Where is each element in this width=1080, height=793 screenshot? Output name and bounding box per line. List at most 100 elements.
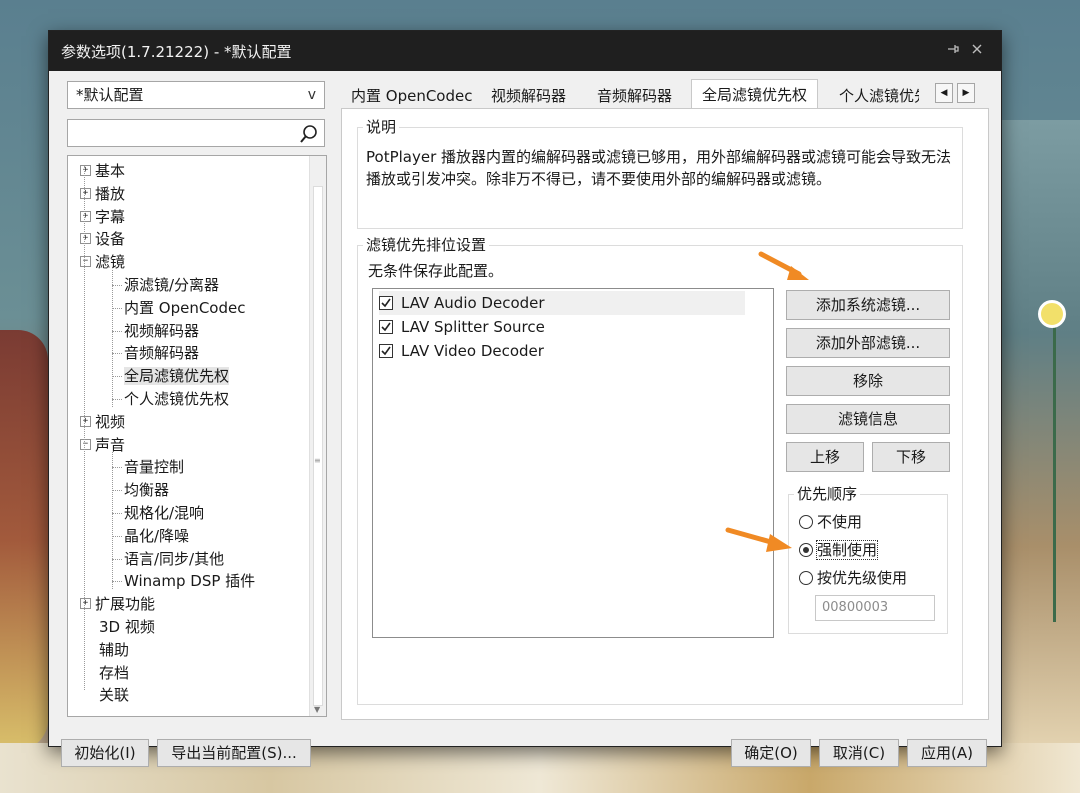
tree-item[interactable]: 均衡器: [124, 479, 169, 501]
expand-icon[interactable]: +: [80, 598, 91, 610]
checkbox-checked-icon[interactable]: [379, 295, 393, 310]
window-title: 参数选项(1.7.21222) - *默认配置: [61, 42, 292, 61]
radio-selected-icon[interactable]: [799, 542, 813, 557]
filter-item[interactable]: LAV Video Decoder: [379, 339, 745, 363]
tree-item-label: 个人滤镜优先权: [124, 390, 230, 408]
scroll-grip-icon: ≡: [314, 456, 321, 465]
title-bar: 参数选项(1.7.21222) - *默认配置: [49, 31, 1001, 71]
tab-opencodec[interactable]: 内置 OpenCodec: [341, 83, 482, 109]
tree-scrollbar[interactable]: ≡ ▼: [309, 156, 326, 716]
preset-dropdown[interactable]: *默认配置 v: [67, 81, 325, 109]
tree-item[interactable]: 音量控制: [124, 456, 184, 478]
preset-value: *默认配置: [76, 86, 144, 104]
expand-icon[interactable]: +: [80, 415, 91, 427]
tab-scroll-right-icon[interactable]: ▶: [957, 83, 975, 103]
radio-icon[interactable]: [799, 514, 813, 529]
tree-item-label: 辅助: [99, 640, 130, 659]
collapse-icon[interactable]: −: [80, 438, 91, 450]
expand-icon[interactable]: +: [80, 165, 91, 176]
tree-item[interactable]: Winamp DSP 插件: [124, 570, 255, 592]
settings-tree[interactable]: ≡ ▼ + 基本 + 播放 + 字幕 + 设备 − 滤镜 源滤镜/分离器 内置 OpenCodec 视频…: [67, 155, 327, 717]
tree-connector: [112, 270, 113, 407]
tree-scrollbar-thumb[interactable]: [313, 186, 323, 706]
tree-item[interactable]: + 播放: [80, 183, 125, 205]
add-system-filter-button[interactable]: 添加系统滤镜...: [786, 290, 950, 320]
tree-item-label: 滤镜: [95, 253, 126, 272]
filter-item[interactable]: LAV Audio Decoder: [379, 291, 745, 315]
tab-personal-filter-priority[interactable]: 个人滤镜优先: [829, 83, 919, 109]
move-down-button[interactable]: 下移: [872, 442, 950, 472]
tree-item[interactable]: 规格化/混响: [124, 502, 204, 524]
apply-button[interactable]: 应用(A): [907, 739, 987, 767]
tree-item[interactable]: 语言/同步/其他: [124, 548, 224, 570]
tree-item[interactable]: − 声音: [80, 434, 125, 456]
tree-item-label: 设备: [95, 230, 126, 249]
tree-connector: [112, 467, 122, 469]
tree-item[interactable]: 关联: [80, 684, 129, 706]
tree-item[interactable]: 音频解码器: [124, 342, 199, 364]
checkbox-checked-icon[interactable]: [379, 343, 393, 358]
reset-button[interactable]: 初始化(I): [61, 739, 149, 767]
background-flower: [1038, 300, 1066, 328]
close-icon[interactable]: [965, 42, 989, 60]
tree-item-label: 视频解码器: [124, 321, 200, 340]
radio-icon[interactable]: [799, 570, 813, 585]
tree-item[interactable]: 存档: [80, 662, 129, 684]
search-icon[interactable]: [298, 123, 320, 149]
tree-item[interactable]: + 字幕: [80, 206, 125, 228]
tree-item[interactable]: 内置 OpenCodec: [124, 297, 245, 319]
priority-value-field[interactable]: 00800003: [815, 595, 935, 621]
tree-connector: [112, 330, 122, 332]
tree-item-label: Winamp DSP 插件: [124, 572, 256, 591]
pin-icon[interactable]: [941, 42, 965, 60]
tab-global-filter-priority[interactable]: 全局滤镜优先权: [691, 79, 819, 109]
tree-item[interactable]: 个人滤镜优先权: [124, 388, 229, 410]
cancel-button[interactable]: 取消(C): [819, 739, 899, 767]
remove-button[interactable]: 移除: [786, 366, 950, 396]
tree-item[interactable]: 源滤镜/分离器: [124, 274, 219, 296]
tab-strip: 内置 OpenCodec 视频解码器 音频解码器 全局滤镜优先权 个人滤镜优先 …: [341, 79, 977, 109]
tree-item[interactable]: − 滤镜: [80, 251, 125, 273]
description-text: PotPlayer 播放器内置的编解码器或滤镜已够用，用外部编解码器或滤镜可能会…: [366, 148, 952, 188]
tab-panel: 说明 PotPlayer 播放器内置的编解码器或滤镜已够用，用外部编解码器或滤镜…: [341, 108, 989, 720]
tree-item-label: 扩展功能: [95, 595, 156, 614]
ok-button[interactable]: 确定(O): [731, 739, 811, 767]
tree-item[interactable]: 辅助: [80, 639, 129, 661]
tree-item[interactable]: 全局滤镜优先权: [124, 365, 230, 387]
tree-item-label: 均衡器: [124, 481, 170, 500]
collapse-icon[interactable]: −: [80, 256, 91, 268]
expand-icon[interactable]: +: [80, 210, 91, 222]
tab-video-decoder[interactable]: 视频解码器: [481, 83, 576, 109]
tree-item-label: 内置 OpenCodec: [124, 298, 246, 317]
filter-info-button[interactable]: 滤镜信息: [786, 404, 950, 434]
filter-list[interactable]: LAV Audio Decoder LAV Splitter Source LA…: [372, 288, 774, 638]
tree-connector: [112, 581, 122, 583]
radio-not-use[interactable]: 不使用: [799, 511, 862, 533]
export-config-button[interactable]: 导出当前配置(S)...: [157, 739, 311, 767]
tree-item[interactable]: 晶化/降噪: [124, 525, 189, 547]
preferences-window: 参数选项(1.7.21222) - *默认配置 *默认配置 v ≡ ▼ + 基本 +: [48, 30, 1002, 767]
radio-force-use[interactable]: 强制使用: [799, 539, 879, 561]
annotation-arrow-icon: [758, 251, 809, 280]
tree-item[interactable]: 3D 视频: [80, 616, 155, 638]
background-right: [998, 120, 1080, 760]
tree-item[interactable]: + 基本: [80, 160, 125, 182]
checkbox-checked-icon[interactable]: [379, 319, 393, 334]
tree-item-label: 音量控制: [124, 458, 185, 477]
tab-scroll-left-icon[interactable]: ◀: [935, 83, 953, 103]
scroll-down-icon[interactable]: ▼: [314, 705, 320, 714]
chevron-down-icon[interactable]: v: [308, 82, 316, 108]
tree-item[interactable]: + 扩展功能: [80, 593, 155, 615]
search-input[interactable]: [67, 119, 325, 147]
add-external-filter-button[interactable]: 添加外部滤镜...: [786, 328, 950, 358]
tree-item[interactable]: 视频解码器: [124, 320, 199, 342]
expand-icon[interactable]: +: [80, 233, 91, 245]
expand-icon[interactable]: +: [80, 187, 91, 199]
tab-audio-decoder[interactable]: 音频解码器: [587, 83, 682, 109]
tree-item[interactable]: + 设备: [80, 228, 125, 250]
move-up-button[interactable]: 上移: [786, 442, 864, 472]
tree-item[interactable]: + 视频: [80, 411, 125, 433]
filter-item[interactable]: LAV Splitter Source: [379, 315, 745, 339]
radio-use-by-priority[interactable]: 按优先级使用: [799, 567, 907, 589]
tree-item-label: 音频解码器: [124, 344, 200, 363]
